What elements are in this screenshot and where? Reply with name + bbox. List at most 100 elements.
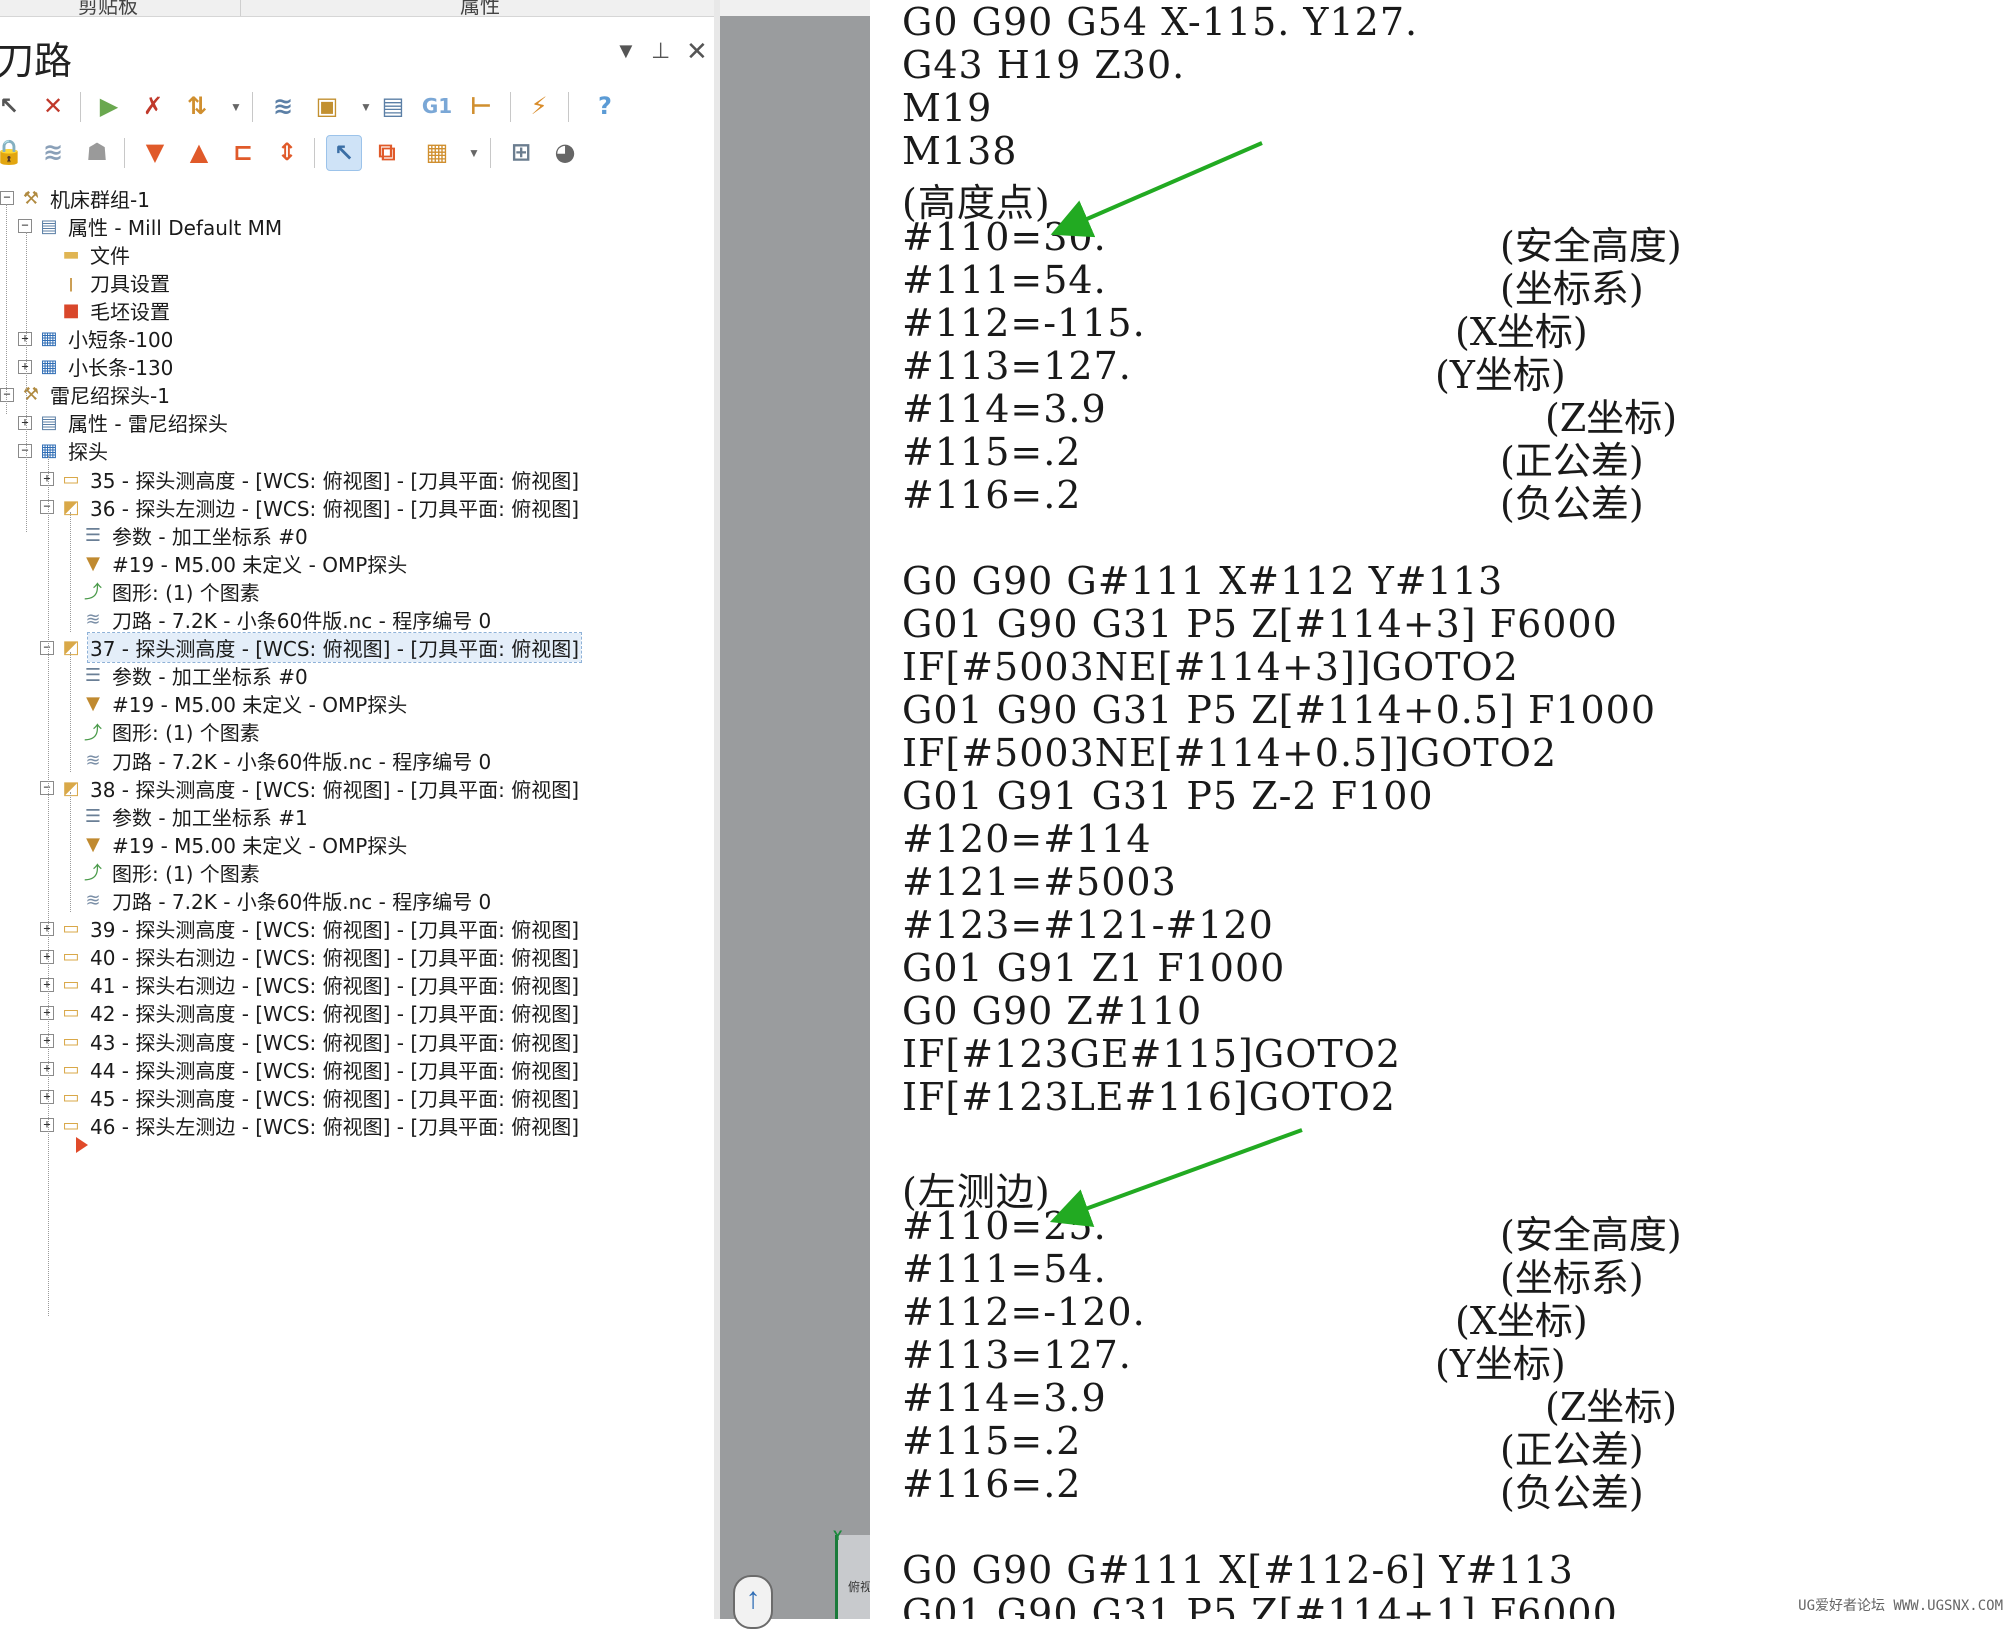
insert-arrow-icon[interactable]: ⊏ — [226, 135, 260, 169]
pin-icon[interactable]: ⊥ — [651, 38, 670, 64]
tree-node[interactable]: + ▤ 属性 - 雷尼绍探头 — [18, 409, 230, 437]
tree-node[interactable]: ≋ 刀路 - 7.2K - 小条60件版.nc - 程序编号 0 — [62, 746, 493, 774]
collapse-toggle-icon[interactable]: − — [40, 781, 54, 796]
tree-node[interactable]: − ◩ 36 - 探头左测边 - [WCS: 俯视图] - [刀具平面: 俯视图] — [40, 493, 581, 521]
expand-collapse-icon[interactable]: ⇕ — [270, 135, 304, 169]
tree-node[interactable]: + ▭ 42 - 探头测高度 - [WCS: 俯视图] - [刀具平面: 俯视图] — [40, 999, 581, 1027]
verify-icon[interactable]: ▣ — [310, 89, 344, 123]
tree-node[interactable]: − ▦ 探头 — [18, 437, 110, 465]
tree-node[interactable]: + ▭ 40 - 探头右测边 - [WCS: 俯视图] - [刀具平面: 俯视图] — [40, 943, 581, 971]
close-icon[interactable]: ✕ — [686, 36, 708, 67]
operation-folder-icon: ▭ — [62, 918, 80, 940]
tree-node-label: 35 - 探头测高度 - [WCS: 俯视图] - [刀具平面: 俯视图] — [90, 468, 580, 493]
toolpath-group-icon: ▦ — [40, 328, 58, 349]
stock-setup-icon: ■ — [62, 299, 80, 321]
deselect-operations-icon[interactable]: ✕ — [36, 89, 70, 123]
tree-node[interactable]: ▼ #19 - M5.00 未定义 - OMP探头 — [62, 830, 409, 858]
select-all-operations-icon[interactable]: ↖ — [0, 89, 26, 123]
select-toolpath-icon[interactable]: ↖ — [326, 135, 362, 171]
ghost-icon[interactable]: ☗ — [80, 135, 114, 169]
tree-node[interactable]: + ▭ 41 - 探头右测边 - [WCS: 俯视图] - [刀具平面: 俯视图] — [40, 971, 581, 999]
tree-node[interactable]: ▬ 文件 — [40, 240, 132, 268]
display-only-selected-icon[interactable]: ⧉ — [370, 135, 404, 169]
expand-toggle-icon[interactable]: + — [40, 1090, 54, 1105]
collapse-toggle-icon[interactable]: − — [0, 387, 14, 402]
properties-tab[interactable]: 属性 — [460, 0, 500, 16]
tree-node[interactable]: ꞁ 刀具设置 — [40, 268, 172, 296]
tree-node[interactable]: + ▭ 46 - 探头左测边 - [WCS: 俯视图] - [刀具平面: 俯视图] — [40, 1111, 581, 1139]
tree-node[interactable]: ☰ 参数 - 加工坐标系 #1 — [62, 802, 310, 830]
collapse-toggle-icon[interactable]: − — [18, 219, 32, 234]
clipboard-tab[interactable]: 剪贴板 — [78, 0, 138, 16]
lock-icon[interactable]: 🔒 — [0, 135, 26, 169]
regenerate-dirty-icon[interactable]: ✗ — [136, 89, 170, 123]
expand-toggle-icon[interactable]: + — [40, 1062, 54, 1077]
move-down-icon[interactable]: ▼ — [138, 135, 172, 169]
tree-node[interactable]: ⤴ 图形: (1) 个图素 — [62, 718, 262, 746]
display-options-icon[interactable]: ▦ — [420, 135, 454, 169]
tree-node[interactable]: − ◩ 37 - 探头测高度 - [WCS: 俯视图] - [刀具平面: 俯视图] — [40, 632, 583, 664]
highspeed-icon[interactable]: ⚡ — [522, 89, 556, 123]
expand-toggle-icon[interactable]: + — [40, 1118, 54, 1133]
post-g1-icon[interactable]: G1 — [420, 89, 454, 123]
tree-node-label: #19 - M5.00 未定义 - OMP探头 — [112, 693, 408, 718]
tree-node[interactable]: − ⚒ 机床群组-1 — [0, 184, 152, 212]
collapse-toggle-icon[interactable]: − — [18, 443, 32, 458]
backplot-icon[interactable]: ≋ — [266, 89, 300, 123]
expand-toggle-icon[interactable]: + — [40, 921, 54, 936]
visibility-settings-icon[interactable]: ◕ — [548, 135, 582, 169]
tree-node-label: 44 - 探头测高度 - [WCS: 俯视图] - [刀具平面: 俯视图] — [90, 1058, 580, 1083]
tree-node[interactable]: + ▭ 44 - 探头测高度 - [WCS: 俯视图] - [刀具平面: 俯视图] — [40, 1055, 581, 1083]
expand-toggle-icon[interactable]: + — [40, 977, 54, 992]
tree-node[interactable]: ■ 毛坯设置 — [40, 296, 172, 324]
tree-node[interactable]: ⤴ 图形: (1) 个图素 — [62, 577, 262, 605]
expand-toggle-icon[interactable]: + — [40, 1005, 54, 1020]
tree-connector — [70, 512, 71, 632]
expand-toggle-icon[interactable]: + — [18, 359, 32, 374]
tree-node-label: 雷尼绍探头-1 — [50, 384, 170, 409]
graphics-viewport[interactable] — [720, 0, 870, 1619]
tree-node-label: 参数 - 加工坐标系 #1 — [112, 805, 308, 830]
expand-toggle-icon[interactable]: + — [40, 949, 54, 964]
tree-node[interactable]: ☰ 参数 - 加工坐标系 #0 — [62, 662, 310, 690]
nc-code-text-area[interactable]: G0 G90 G54 X-115. Y127. G43 H19 Z30. M19 M1… — [870, 0, 2009, 1619]
simulator-icon[interactable]: ▤ — [376, 89, 410, 123]
tree-node[interactable]: + ▭ 35 - 探头测高度 - [WCS: 俯视图] - [刀具平面: 俯视图] — [40, 465, 581, 493]
tree-node[interactable]: − ▤ 属性 - Mill Default MM — [18, 212, 284, 240]
collapse-toggle-icon[interactable]: − — [0, 191, 14, 205]
tree-node[interactable]: + ▦ 小长条-130 — [18, 353, 175, 381]
properties-icon: ▤ — [40, 412, 58, 434]
collapse-toggle-icon[interactable]: − — [40, 640, 54, 655]
toggle-display-icon[interactable]: ≋ — [36, 135, 70, 169]
post-selected-icon[interactable]: ⊢ — [464, 89, 498, 123]
collapse-toggle-icon[interactable]: − — [40, 500, 54, 515]
view-cube[interactable] — [835, 1535, 873, 1619]
insert-marker-icon[interactable] — [76, 1137, 88, 1153]
panel-menu-dropdown-icon[interactable]: ▼ — [615, 38, 637, 64]
tree-node[interactable]: ▼ #19 - M5.00 未定义 - OMP探头 — [62, 690, 409, 718]
tree-node[interactable]: ≋ 刀路 - 7.2K - 小条60件版.nc - 程序编号 0 — [62, 887, 493, 915]
simulate-icon[interactable]: ⇅ — [180, 89, 214, 123]
tree-node[interactable]: ≋ 刀路 - 7.2K - 小条60件版.nc - 程序编号 0 — [62, 606, 493, 634]
help-icon[interactable]: ? — [588, 89, 622, 123]
regenerate-selected-icon[interactable]: ▶ — [92, 89, 126, 123]
expand-toggle-icon[interactable]: + — [18, 331, 32, 346]
expand-toggle-icon[interactable]: + — [40, 472, 54, 486]
expand-toggle-icon[interactable]: + — [40, 1034, 54, 1048]
tree-connector — [70, 792, 71, 912]
expand-toggle-icon[interactable]: + — [18, 415, 32, 430]
tree-node[interactable]: ⤴ 图形: (1) 个图素 — [62, 858, 262, 886]
move-up-icon[interactable]: ▲ — [182, 135, 216, 169]
tree-node-label: 图形: (1) 个图素 — [112, 721, 260, 746]
tree-node[interactable]: + ▭ 39 - 探头测高度 - [WCS: 俯视图] - [刀具平面: 俯视图] — [40, 915, 581, 943]
tree-node[interactable]: + ▭ 43 - 探头测高度 - [WCS: 俯视图] - [刀具平面: 俯视图] — [40, 1027, 581, 1055]
viewport-top-strip — [720, 0, 870, 16]
scroll-up-button[interactable]: ↑ — [733, 1575, 773, 1629]
toolpath-filter-icon[interactable]: ⊞ — [504, 135, 538, 169]
tree-connector — [70, 652, 71, 772]
tree-node[interactable]: ▼ #19 - M5.00 未定义 - OMP探头 — [62, 549, 409, 577]
tree-node[interactable]: − ◩ 38 - 探头测高度 - [WCS: 俯视图] - [刀具平面: 俯视图] — [40, 774, 581, 802]
tree-node[interactable]: + ▭ 45 - 探头测高度 - [WCS: 俯视图] - [刀具平面: 俯视图] — [40, 1083, 581, 1111]
tree-node[interactable]: + ▦ 小短条-100 — [18, 325, 175, 353]
tree-node[interactable]: ☰ 参数 - 加工坐标系 #0 — [62, 521, 310, 549]
